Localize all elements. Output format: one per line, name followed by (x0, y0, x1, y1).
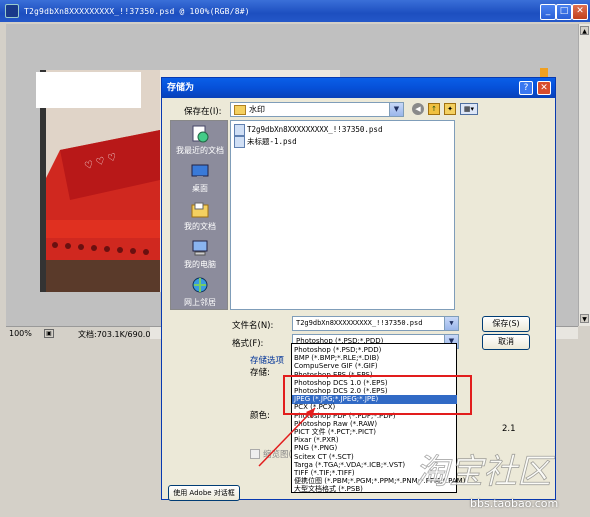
list-item[interactable]: T2g9dbXn8XXXXXXXXX_!!37350.psd (234, 124, 382, 136)
recent-documents-icon (192, 125, 209, 143)
partial-value: 2.1 (502, 424, 516, 434)
zoom-level[interactable]: 100% (9, 329, 32, 338)
svg-text:淘宝社区: 淘宝社区 (415, 452, 556, 492)
save-in-combo[interactable]: 水印 ▼ (230, 102, 404, 117)
desktop-icon (191, 164, 209, 179)
filename-field[interactable]: T2g9dbXn8XXXXXXXXX_!!37350.psd ▼ (292, 316, 459, 331)
vertical-scrollbar[interactable]: ▲ ▼ (578, 24, 590, 326)
save-in-label: 保存在(I): (184, 107, 222, 117)
my-documents-icon (191, 202, 209, 218)
white-overlay-bar (36, 72, 141, 108)
taobao-watermark-logo: 淘宝社区 (415, 452, 557, 493)
place-desktop[interactable]: 桌面 (171, 163, 229, 194)
use-adobe-dialog-button[interactable]: 使用 Adobe 对话框 (168, 485, 240, 501)
watermark-text: bbs.taobao.com (470, 497, 559, 510)
folder-icon (234, 104, 246, 115)
save-label: 存储: (250, 368, 270, 378)
document-title: T2g9dbXn8XXXXXXXXX_!!37350.psd @ 100%(RG… (24, 6, 250, 16)
photoshop-app-icon (5, 4, 19, 18)
place-recent[interactable]: 我最近的文档 (171, 125, 229, 156)
dialog-title: 存储为 (167, 83, 195, 93)
new-folder-icon[interactable]: ✦ (444, 103, 456, 115)
filename-label: 文件名(N): (232, 321, 274, 331)
minimize-button[interactable]: _ (540, 4, 556, 20)
document-info: 文档:703.1K/690.0K (78, 330, 156, 339)
dialog-titlebar[interactable]: 存储为 (162, 78, 555, 98)
place-network[interactable]: 网上邻居 (171, 277, 229, 308)
help-button[interactable]: ? (519, 81, 533, 95)
cancel-button[interactable]: 取消 (482, 334, 530, 350)
place-my-computer[interactable]: 我的电脑 (171, 239, 229, 270)
up-folder-icon[interactable]: ↑ (428, 103, 440, 115)
places-bar: 我最近的文档 桌面 我的文档 我的电脑 网上邻居 (170, 120, 228, 310)
zoom-icon[interactable]: ▣ (44, 329, 54, 338)
dialog-close-button[interactable]: ✕ (537, 81, 551, 95)
view-menu-icon[interactable]: ▦▾ (460, 103, 478, 115)
psd-file-icon (234, 124, 245, 136)
format-option[interactable]: 大型文档格式 (*.PSB) (294, 485, 363, 494)
file-list[interactable]: T2g9dbXn8XXXXXXXXX_!!37350.psd 未标题-1.psd (230, 120, 455, 310)
place-my-documents[interactable]: 我的文档 (171, 201, 229, 232)
save-in-value: 水印 (249, 105, 265, 114)
scroll-down-arrow-icon[interactable]: ▼ (580, 314, 589, 323)
save-options-label: 存储选项 (250, 356, 285, 366)
save-button[interactable]: 保存(S) (482, 316, 530, 332)
my-computer-icon (192, 240, 208, 256)
document-titlebar[interactable]: T2g9dbXn8XXXXXXXXX_!!37350.psd @ 100%(RG… (0, 0, 590, 22)
red-arrow-annotation (258, 407, 316, 467)
back-icon[interactable]: ◀ (412, 103, 424, 115)
format-label: 格式(F): (232, 339, 264, 349)
chevron-down-icon[interactable]: ▼ (444, 317, 458, 330)
maximize-button[interactable]: □ (556, 4, 572, 20)
list-item[interactable]: 未标题-1.psd (234, 136, 297, 148)
scroll-up-arrow-icon[interactable]: ▲ (580, 26, 589, 35)
psd-file-icon (234, 136, 245, 148)
network-icon (192, 277, 208, 293)
chevron-down-icon[interactable]: ▼ (389, 103, 403, 116)
close-button[interactable]: ✕ (572, 4, 588, 20)
